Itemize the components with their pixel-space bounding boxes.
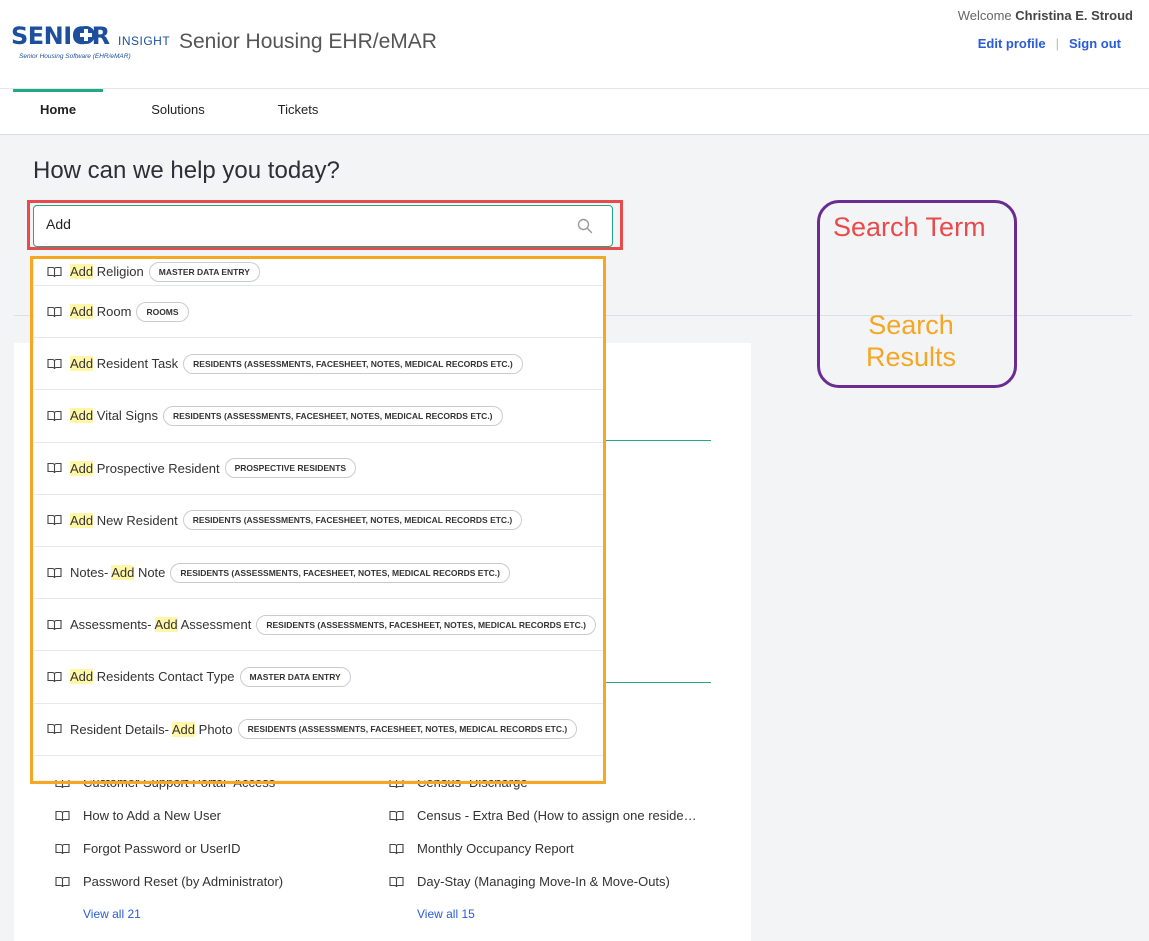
medical-cross-icon <box>77 26 95 44</box>
annotation-search-results: Search Results <box>865 310 957 372</box>
book-icon <box>389 876 404 888</box>
article-title: Day-Stay (Managing Move-In & Move-Outs) <box>417 874 670 889</box>
section-underline <box>603 682 711 683</box>
view-all-link[interactable]: View all 15 <box>417 907 475 921</box>
book-icon <box>55 876 70 888</box>
link-separator: | <box>1055 36 1059 51</box>
logo-tagline: Senior Housing Software (EHR/eMAR) <box>19 53 131 60</box>
tab-home[interactable]: Home <box>13 89 103 135</box>
view-all-link[interactable]: View all 21 <box>83 907 141 921</box>
app-title: Senior Housing EHR/eMAR <box>179 30 437 53</box>
article-title: Password Reset (by Administrator) <box>83 874 284 889</box>
sign-out-link[interactable]: Sign out <box>1069 36 1121 51</box>
side-panel <box>752 343 1132 941</box>
tab-tickets[interactable]: Tickets <box>253 89 343 135</box>
article-title: Monthly Occupancy Report <box>417 841 574 856</box>
article-title: Forgot Password or UserID <box>83 841 241 856</box>
header: SENIOR INSIGHT Senior Housing Software (… <box>0 0 1149 89</box>
logo-word-insight: INSIGHT <box>118 34 171 48</box>
book-icon <box>55 843 70 855</box>
senior-insight-logo[interactable]: SENIOR INSIGHT Senior Housing Software (… <box>11 22 171 64</box>
main-nav: Home Solutions Tickets <box>0 89 1149 135</box>
page-title: How can we help you today? <box>33 157 340 184</box>
annotation-search-term: Search Term <box>833 212 986 242</box>
tab-solutions[interactable]: Solutions <box>133 89 223 135</box>
welcome-prefix: Welcome <box>957 8 1012 23</box>
welcome-text: Welcome Christina E. Stroud <box>958 8 1133 23</box>
edit-profile-link[interactable]: Edit profile <box>978 36 1046 51</box>
book-icon <box>55 810 70 822</box>
section-underline <box>603 440 711 441</box>
search-results-highlight-box <box>30 256 606 784</box>
user-name: Christina E. Stroud <box>1015 8 1133 23</box>
book-icon <box>389 810 404 822</box>
search-term-highlight-box <box>27 200 623 250</box>
user-links: Edit profile | Sign out <box>978 36 1121 51</box>
article-title: How to Add a New User <box>83 808 222 823</box>
book-icon <box>389 843 404 855</box>
article-title: Census - Extra Bed (How to assign one re… <box>417 808 697 823</box>
